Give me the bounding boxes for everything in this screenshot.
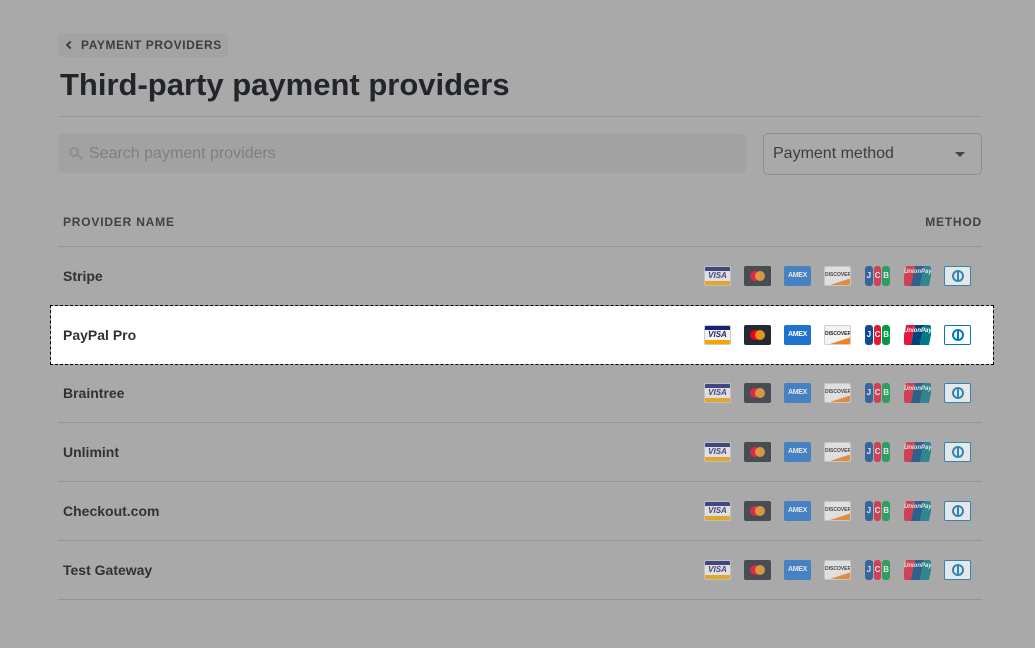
jcb-icon: JCB [864,383,891,403]
unionpay-icon: UnionPay [904,325,931,345]
jcb-icon: JCB [864,560,891,580]
payment-method-select-value: Payment method [773,145,894,162]
unionpay-icon: UnionPay [904,442,931,462]
unionpay-icon: UnionPay [904,501,931,521]
payment-method-icons: VISA AMEX DISCOVER J C B UnionPay [704,325,971,345]
amex-icon: AMEX [784,442,811,462]
column-header-method[interactable]: METHOD [925,215,982,229]
table-row[interactable]: Checkout.com VISA AMEX DISCOVER J C B UnionPay [58,482,982,540]
payment-method-icons: VISA AMEX DISCOVER J C B UnionPay [704,442,971,462]
provider-name: Stripe [63,268,103,284]
jcb-icon: JCB [864,442,891,462]
mastercard-icon [744,560,771,580]
diners-club-icon [944,501,971,521]
breadcrumb[interactable]: PAYMENT PROVIDERS [58,33,228,57]
table-row[interactable]: Stripe VISA AMEX DISCOVER J C B UnionPay [58,247,982,305]
row-divider [58,599,982,600]
diners-club-icon [944,266,971,286]
discover-icon: DISCOVER [824,383,851,403]
table-row[interactable]: Unlimint VISA AMEX DISCOVER J C B UnionPay [58,423,982,481]
title-divider [58,116,982,117]
mastercard-icon [744,325,771,345]
payment-method-select[interactable]: Payment method [763,133,982,175]
diners-club-icon [944,560,971,580]
provider-name: Braintree [63,385,125,401]
discover-icon: DISCOVER [824,560,851,580]
breadcrumb-label: PAYMENT PROVIDERS [81,38,222,52]
providers-table: Stripe VISA AMEX DISCOVER J C B UnionPay PayPal … [50,246,994,600]
discover-icon: DISCOVER [824,442,851,462]
jcb-icon: JCB [864,325,891,345]
search-box[interactable] [58,134,746,173]
visa-icon: VISA [704,442,731,462]
provider-name: Unlimint [63,444,119,460]
discover-icon: DISCOVER [824,501,851,521]
caret-down-icon [955,151,965,157]
unionpay-icon: UnionPay [904,560,931,580]
jcb-icon: JCB [864,266,891,286]
diners-club-icon [944,383,971,403]
search-input[interactable] [89,144,689,163]
provider-name: Test Gateway [63,562,153,578]
amex-icon: AMEX [784,266,811,286]
table-row[interactable]: Braintree VISA AMEX DISCOVER J C B UnionPay [58,364,982,422]
diners-club-icon [944,442,971,462]
mastercard-icon [744,383,771,403]
amex-icon: AMEX [784,560,811,580]
chevron-left-icon [65,40,75,50]
provider-name: Checkout.com [63,503,160,519]
payment-method-icons: VISA AMEX DISCOVER J C B UnionPay [704,560,971,580]
visa-icon: VISA [704,501,731,521]
search-icon [69,146,83,161]
amex-icon: AMEX [784,383,811,403]
visa-icon: VISA [704,325,731,345]
payment-method-icons: VISA AMEX DISCOVER J C B UnionPay [704,501,971,521]
unionpay-icon: UnionPay [904,383,931,403]
mastercard-icon [744,266,771,286]
amex-icon: AMEX [784,325,811,345]
amex-icon: AMEX [784,501,811,521]
unionpay-icon: UnionPay [904,266,931,286]
payment-method-icons: VISA AMEX DISCOVER J C B UnionPay [704,266,971,286]
page-title: Third-party payment providers [60,67,510,102]
table-row[interactable]: Test Gateway VISA AMEX DISCOVER J C B UnionPay [58,541,982,599]
discover-icon: DISCOVER [824,266,851,286]
visa-icon: VISA [704,560,731,580]
mastercard-icon [744,501,771,521]
mastercard-icon [744,442,771,462]
column-header-provider-name[interactable]: PROVIDER NAME [63,215,175,229]
diners-club-icon [944,325,971,345]
visa-icon: VISA [704,266,731,286]
discover-icon: DISCOVER [824,325,851,345]
jcb-icon: JCB [864,501,891,521]
table-row[interactable]: PayPal Pro VISA AMEX DISCOVER J C B UnionPay [50,305,994,365]
visa-icon: VISA [704,383,731,403]
provider-name: PayPal Pro [63,327,137,343]
payment-method-icons: VISA AMEX DISCOVER J C B UnionPay [704,383,971,403]
